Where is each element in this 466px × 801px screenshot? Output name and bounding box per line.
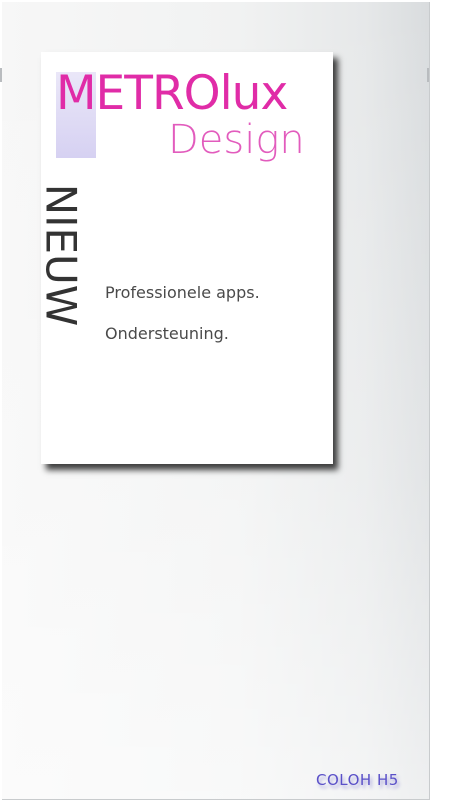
logo-subtitle: Design: [168, 117, 305, 163]
feature-item: Professionele apps.: [105, 283, 260, 302]
feature-item: Ondersteuning.: [105, 324, 229, 343]
new-badge: NIEUW: [36, 175, 85, 335]
brand-footer: COLOH H5: [316, 771, 399, 789]
splash-screen: METROlux Design NIEUW Professionele apps…: [0, 0, 466, 801]
panel-edge-marker: [427, 68, 429, 82]
new-badge-label: NIEUW: [36, 183, 85, 327]
panel-edge-marker: [0, 68, 2, 82]
